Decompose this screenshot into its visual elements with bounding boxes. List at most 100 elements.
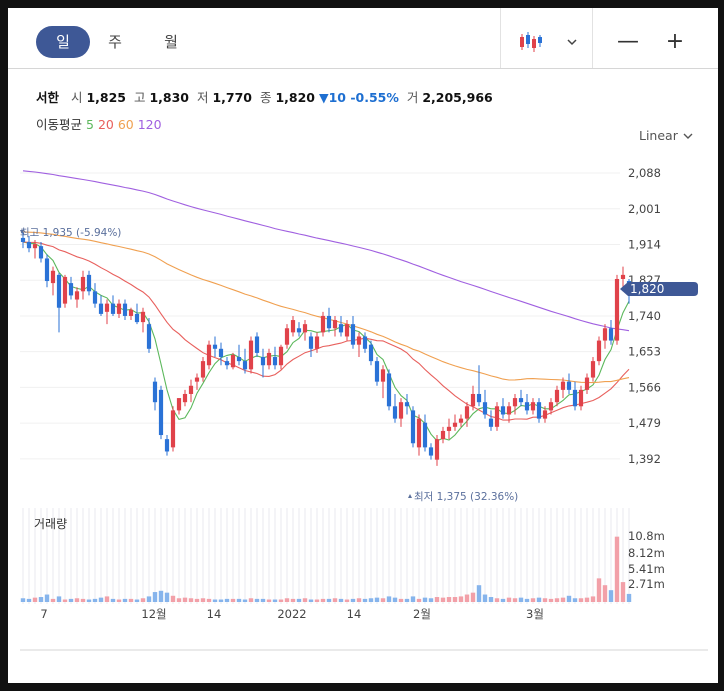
price-tick-label: 1,479 [628, 416, 661, 430]
candle-body [242, 361, 248, 370]
volume-bar [374, 597, 380, 602]
candle-body [572, 389, 578, 407]
volume-bar [266, 599, 272, 602]
price-chart[interactable]: 2,0882,0011,9141,8271,7401,6531,5661,479… [8, 8, 718, 683]
volume-bar [380, 598, 386, 602]
volume-bar [80, 598, 86, 602]
candle-body [464, 406, 470, 419]
volume-bar [512, 598, 518, 602]
volume-bar [452, 597, 458, 602]
candle-body [152, 381, 158, 403]
volume-bar [584, 597, 590, 602]
volume-bar [506, 597, 512, 602]
candlestick-series [20, 230, 632, 498]
candle-body [608, 328, 614, 341]
volume-bar [98, 597, 104, 602]
current-price-label: 1,820 [630, 282, 664, 296]
candle-body [110, 303, 116, 314]
volume-bar [308, 599, 314, 602]
candle-body [554, 389, 560, 403]
volume-bar [254, 598, 260, 602]
candle-body [158, 389, 164, 436]
price-tick-label: 2,001 [628, 202, 661, 216]
candle-body [452, 422, 458, 427]
volume-bar [362, 598, 368, 602]
volume-bar [626, 593, 632, 602]
volume-bar [296, 598, 302, 602]
volume-bar [194, 598, 200, 602]
volume-bar [422, 597, 428, 602]
candle-body [146, 324, 152, 349]
volume-bar [62, 599, 68, 602]
candle-body [410, 410, 416, 444]
candle-body [80, 276, 86, 292]
volume-tick-label: 8.12m [628, 546, 665, 560]
candle-body [218, 348, 224, 358]
low-marker-icon [408, 494, 412, 498]
current-price-tag: 1,820 [620, 282, 698, 296]
volume-bar [290, 598, 296, 602]
date-tick-label: 14 [207, 607, 222, 621]
candle-body [536, 402, 542, 419]
candle-body [422, 422, 428, 448]
price-tick-label: 1,653 [628, 345, 661, 359]
candle-body [314, 336, 320, 349]
date-tick-label: 2022 [277, 607, 306, 621]
date-tick-label: 14 [347, 607, 362, 621]
candle-body [164, 439, 170, 452]
volume-bar [104, 596, 110, 602]
date-tick-label: 12월 [141, 607, 166, 621]
volume-bar [86, 599, 92, 602]
volume-bar [560, 597, 566, 602]
candle-body [458, 418, 464, 423]
volume-bar [524, 598, 530, 602]
candle-body [470, 393, 476, 407]
volume-bar [344, 599, 350, 602]
candle-body [104, 303, 110, 312]
price-tick-label: 1,566 [628, 380, 661, 394]
price-tick-label: 1,914 [628, 237, 661, 251]
candle-body [356, 336, 362, 345]
volume-bar [596, 578, 602, 602]
candle-body [278, 346, 284, 366]
candle-body [230, 354, 236, 368]
high-annotation: 최고 1,935 (-5.94%) [20, 227, 121, 239]
volume-bar [218, 599, 224, 602]
volume-bar [428, 598, 434, 602]
candle-body [386, 373, 392, 407]
volume-bar [224, 598, 230, 602]
volume-bar [614, 536, 620, 602]
candle-body [548, 402, 554, 411]
volume-bar [236, 598, 242, 602]
chart-window: 일 주 월 — + 서한 시 1,825 고 1,830 저 1,770 종 1… [8, 8, 718, 683]
candle-body [212, 344, 218, 349]
volume-bar [74, 598, 80, 602]
date-axis: 7 12월 14 2022 14 2월 3월 [40, 607, 544, 621]
volume-bar [356, 598, 362, 602]
candle-body [440, 430, 446, 440]
volume-bar [416, 598, 422, 602]
candle-body [566, 381, 572, 390]
candle-body [344, 324, 350, 337]
volume-bar [602, 585, 608, 602]
candle-body [122, 303, 128, 316]
candle-body [584, 377, 590, 390]
candle-body [206, 344, 212, 366]
volume-bar [152, 592, 158, 602]
candle-body [308, 336, 314, 349]
candle-body [176, 398, 182, 411]
volume-bar [500, 598, 506, 602]
volume-bar [164, 592, 170, 602]
volume-bar [446, 597, 452, 602]
candle-body [518, 398, 524, 403]
candle-body [50, 270, 56, 284]
candle-body [512, 398, 518, 407]
volume-bar [122, 598, 128, 602]
volume-bar [32, 597, 38, 602]
date-tick-label: 7 [40, 607, 47, 621]
volume-bar [230, 598, 236, 602]
candle-body [620, 274, 626, 279]
volume-bar [38, 597, 44, 602]
volume-bar [326, 598, 332, 602]
candle-body [590, 361, 596, 378]
